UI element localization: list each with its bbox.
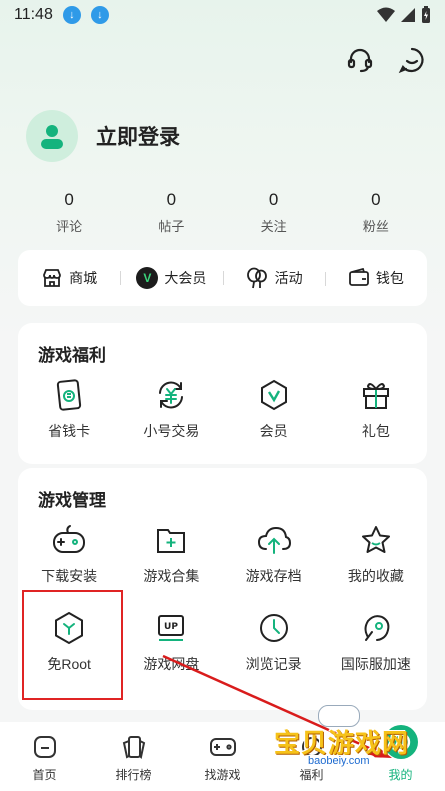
member-shield-icon [256,377,292,413]
item-label: 国际服加速 [340,656,411,672]
home-icon [33,736,56,758]
wallet-button[interactable]: 钱包 [324,268,427,288]
vip-badge-icon: V [136,267,159,289]
cloud-upload-icon [256,522,292,558]
avatar[interactable] [26,110,78,162]
store-icon [43,269,62,287]
stat-value: 0 [166,190,177,209]
stat-value: 0 [371,190,381,209]
highlight-box [22,590,123,700]
activity-button[interactable]: 活动 [222,267,325,289]
gamepad-icon [51,522,87,558]
customer-service-button[interactable] [345,45,375,75]
download-icon: ↓ [62,6,81,24]
planet-rocket-icon [358,610,394,646]
stat-value: 0 [268,190,279,209]
stat-comments[interactable]: 0 评论 [18,190,120,235]
stat-label: 关注 [260,219,287,234]
welfare-grid: 省钱卡 小号交易 会员 礼包 [18,377,427,441]
quick-actions-bar: 商城 V 大会员 活动 钱包 [18,250,427,306]
cloud-drive-icon: UP [153,610,189,646]
tab-label: 找游戏 [204,768,241,782]
tab-label: 首页 [32,768,57,782]
folder-plus-icon [153,522,189,558]
ranking-icon [122,736,145,760]
status-time: 11:48 [14,6,53,23]
star-icon [358,522,394,558]
wifi-icon [377,7,395,22]
item-label: 我的收藏 [347,568,404,584]
saving-card-icon [51,377,87,413]
status-bar: 11:48 ↓ ↓ [0,0,445,30]
game-welfare-card: 游戏福利 省钱卡 小号交易 会员 礼包 [18,323,427,464]
wallet-label: 钱包 [375,270,404,286]
download-icon: ↓ [90,6,109,24]
vip-button[interactable]: V 大会员 [120,267,222,289]
user-icon [41,125,63,149]
status-indicators [377,6,431,24]
game-cloud-drive-item[interactable]: UP 游戏网盘 [120,610,222,674]
section-title: 游戏管理 [38,491,106,510]
activity-label: 活动 [274,270,303,286]
item-label: 省钱卡 [48,423,91,439]
watermark-domain: baobeiy.com [302,755,376,767]
signal-icon [401,8,415,22]
shop-button[interactable]: 商城 [18,267,120,289]
messages-button[interactable] [397,45,427,75]
item-label: 会员 [259,423,288,439]
my-favorites-item[interactable]: 我的收藏 [325,522,427,586]
login-link[interactable]: 立即登录 [96,121,180,151]
tab-ranking[interactable]: 排行榜 [89,722,178,791]
headset-icon [347,48,373,73]
shop-label: 商城 [69,270,98,286]
game-collection-item[interactable]: 游戏合集 [120,522,222,586]
item-label: 游戏存档 [245,568,302,584]
battery-icon [422,6,430,23]
item-label: 游戏网盘 [143,656,200,672]
tab-label: 排行榜 [115,768,152,782]
stat-value: 0 [64,190,74,209]
tab-find-games[interactable]: 找游戏 [178,722,267,791]
download-install-item[interactable]: 下载安装 [18,522,120,586]
clock-icon [256,610,292,646]
item-label: 游戏合集 [143,568,200,584]
watermark-logo: 宝贝游戏网 baobeiy.com [268,705,413,773]
stat-label: 评论 [56,219,83,234]
chat-bubble-icon [398,47,424,74]
section-title: 游戏福利 [38,346,106,365]
member-item[interactable]: 会员 [223,377,325,441]
stat-label: 粉丝 [362,219,389,234]
management-grid-row-1: 下载安装 游戏合集 游戏存档 我的收藏 [18,522,427,586]
gift-icon [358,377,394,413]
stat-posts[interactable]: 0 帖子 [120,190,222,235]
item-label: 下载安装 [41,568,98,584]
user-stats: 0 评论 0 帖子 0 关注 0 粉丝 [18,190,427,235]
stat-label: 帖子 [158,219,185,234]
item-label: 小号交易 [143,423,200,439]
stat-following[interactable]: 0 关注 [223,190,325,235]
stat-followers[interactable]: 0 粉丝 [325,190,427,235]
saving-card-item[interactable]: 省钱卡 [18,377,120,441]
tab-home[interactable]: 首页 [0,722,89,791]
vip-label: 大会员 [164,270,207,286]
gamepad-icon [209,738,236,756]
gift-pack-item[interactable]: 礼包 [325,377,427,441]
top-actions [345,45,427,75]
item-label: 礼包 [361,423,390,439]
browse-history-item[interactable]: 浏览记录 [223,610,325,674]
game-save-item[interactable]: 游戏存档 [223,522,325,586]
balloon-icon [246,267,267,289]
cloud-drive-badge: UP [164,622,178,632]
profile-header[interactable]: 立即登录 [26,110,180,162]
yuan-exchange-icon [153,377,189,413]
intl-accelerator-item[interactable]: 国际服加速 [325,610,427,674]
wallet-icon [348,268,369,286]
item-label: 浏览记录 [245,656,302,672]
account-trade-item[interactable]: 小号交易 [120,377,222,441]
